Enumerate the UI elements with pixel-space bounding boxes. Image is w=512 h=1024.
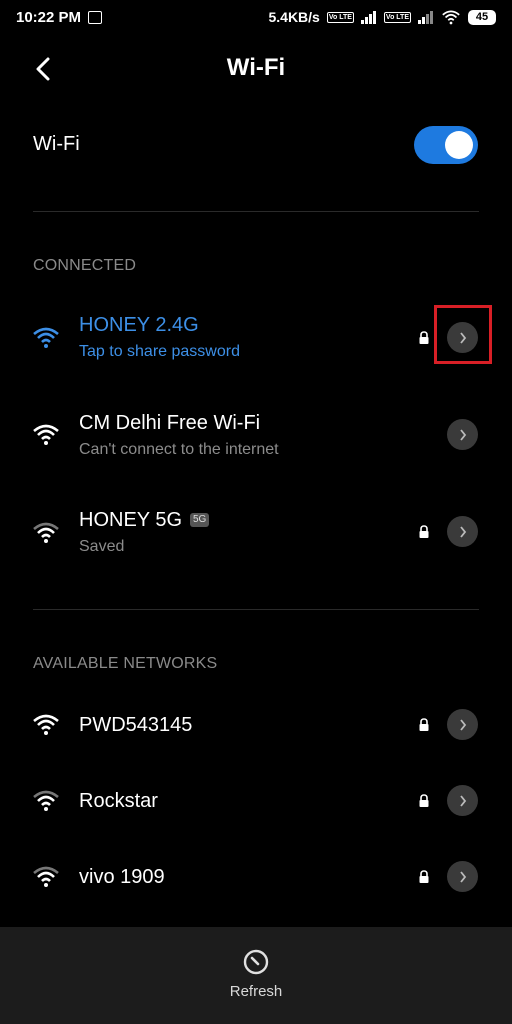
network-name-text: HONEY 5G <box>79 509 182 531</box>
network-subtitle: Tap to share password <box>79 343 240 360</box>
chevron-right-icon <box>459 525 466 538</box>
highlight-box <box>434 305 492 364</box>
chevron-right-icon <box>459 428 466 441</box>
network-details-button[interactable] <box>447 861 478 892</box>
signal-icon <box>360 10 376 24</box>
5g-badge: 5G <box>190 513 210 527</box>
app-bar: Wi-Fi <box>0 40 512 100</box>
volte-icon-2: Vo LTE <box>383 11 411 23</box>
notification-icon <box>88 10 103 24</box>
wifi-signal-icon <box>33 790 59 811</box>
toggle-knob <box>445 131 473 159</box>
wifi-signal-icon <box>33 522 59 543</box>
wifi-signal-icon <box>33 866 59 887</box>
network-name: HONEY 5G 5G <box>79 509 210 532</box>
network-details-button[interactable] <box>447 419 478 450</box>
network-subtitle: Can't connect to the internet <box>79 441 279 458</box>
wifi-toggle-label: Wi-Fi <box>33 133 80 155</box>
network-row-rockstar[interactable]: Rockstar <box>0 763 512 839</box>
network-name: Rockstar <box>79 790 158 812</box>
wifi-toggle-switch[interactable] <box>414 126 478 164</box>
chevron-right-icon <box>459 870 466 883</box>
network-details-button[interactable] <box>447 516 478 547</box>
network-details-button[interactable] <box>447 709 478 740</box>
divider <box>33 609 479 610</box>
network-details-button[interactable] <box>447 785 478 816</box>
network-name: vivo 1909 <box>79 866 165 888</box>
refresh-icon <box>243 949 269 975</box>
lock-icon <box>419 870 429 883</box>
network-name: PWD543145 <box>79 714 193 736</box>
network-row-cm-delhi[interactable]: CM Delhi Free Wi-Fi Can't connect to the… <box>0 397 512 473</box>
lock-icon <box>419 794 429 807</box>
lock-icon <box>419 331 429 344</box>
available-section-header: AVAILABLE NETWORKS <box>33 655 218 672</box>
page-title: Wi-Fi <box>226 54 286 81</box>
network-row-pwd543145[interactable]: PWD543145 <box>0 687 512 763</box>
refresh-button[interactable]: Refresh <box>206 941 306 1017</box>
network-row-honey-5g[interactable]: HONEY 5G 5G Saved <box>0 494 512 570</box>
wifi-status-icon <box>442 9 460 24</box>
lock-icon <box>419 525 429 538</box>
network-subtitle: Saved <box>79 538 125 555</box>
network-name: CM Delhi Free Wi-Fi <box>79 412 261 434</box>
signal-icon-2 <box>418 10 433 24</box>
wifi-signal-icon <box>33 424 59 445</box>
connected-section-header: CONNECTED <box>33 257 137 274</box>
wifi-toggle-row[interactable]: Wi-Fi <box>0 115 512 177</box>
chevron-right-icon <box>459 718 466 731</box>
status-bar: 10:22 PM 5.4KB/s Vo LTE Vo LTE 45 <box>0 0 512 34</box>
chevron-right-icon <box>459 794 466 807</box>
wifi-signal-icon <box>33 714 59 735</box>
wifi-signal-icon <box>33 327 59 348</box>
volte-icon: Vo LTE <box>326 11 354 23</box>
divider <box>33 211 479 212</box>
bottom-bar: Refresh <box>0 927 512 1024</box>
refresh-label: Refresh <box>229 983 283 1000</box>
network-name: HONEY 2.4G <box>79 314 199 336</box>
network-row-vivo-1909[interactable]: vivo 1909 <box>0 839 512 915</box>
lock-icon <box>419 718 429 731</box>
status-time: 10:22 PM <box>16 8 82 26</box>
network-speed: 5.4KB/s <box>268 9 320 25</box>
battery-indicator: 45 <box>468 9 496 25</box>
